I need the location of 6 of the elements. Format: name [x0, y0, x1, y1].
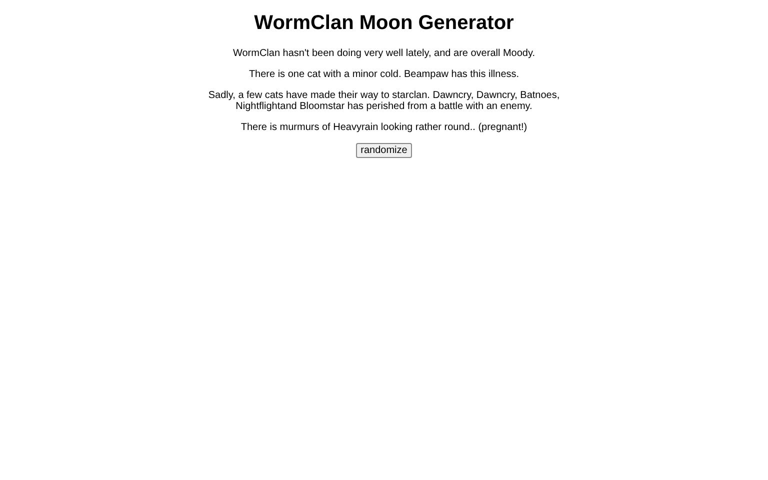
- page-title: WormClan Moon Generator: [254, 12, 514, 35]
- paragraph: Sadly, a few cats have made their way to starclan. Dawncry, Dawncry, Batnoes, Nightflightand Bloomstar has perished from a battle with an enemy.: [207, 90, 561, 112]
- randomize-button[interactable]: randomize: [356, 143, 412, 158]
- paragraph: There is one cat with a minor cold. Beampaw has this illness.: [248, 69, 520, 80]
- paragraph: WormClan hasn't been doing very well lately, and are overall Moody.: [232, 48, 536, 59]
- paragraph: There is murmurs of Heavyrain looking rather round.. (pregnant!): [240, 122, 528, 133]
